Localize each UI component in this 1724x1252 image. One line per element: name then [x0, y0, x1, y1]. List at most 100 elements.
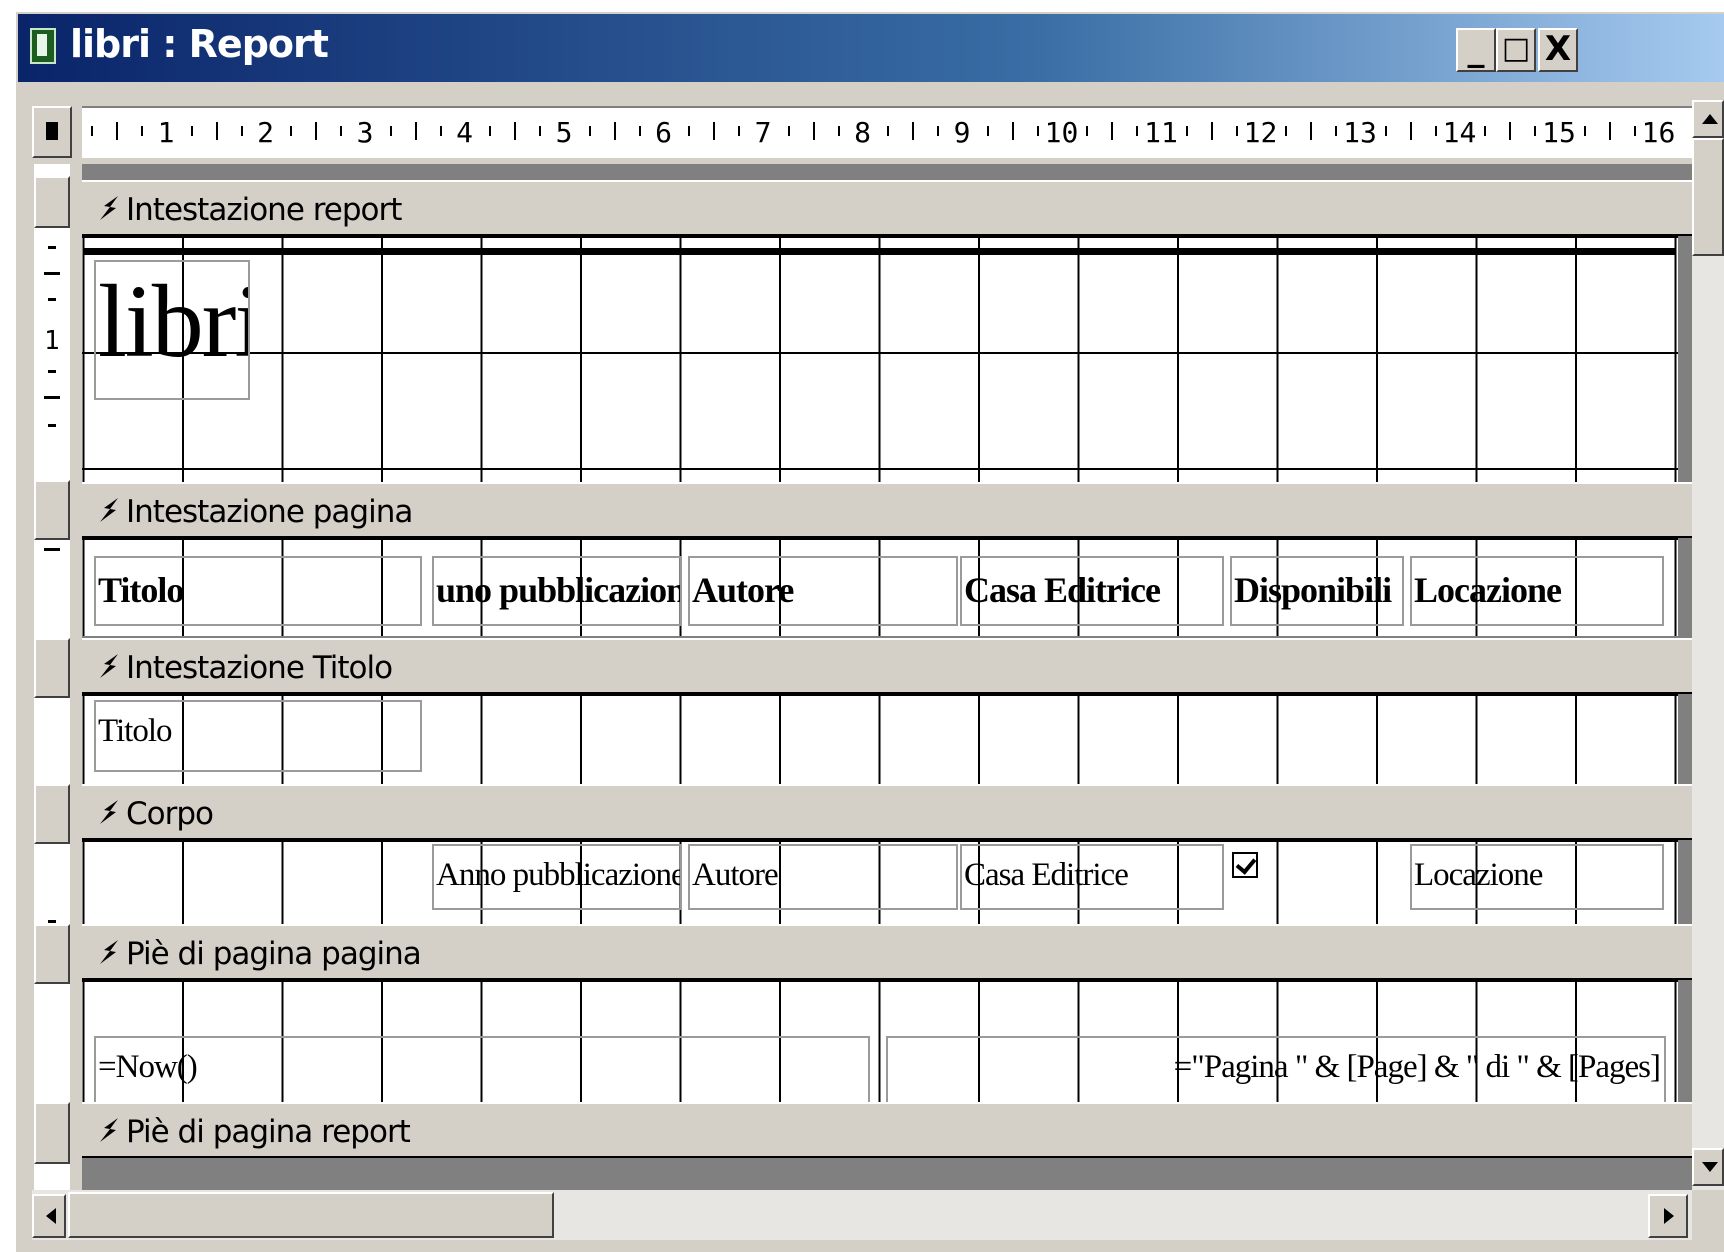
field-now[interactable]: =Now()	[94, 1036, 870, 1106]
ruler-tick	[1235, 126, 1238, 136]
section-bar-detail[interactable]: Corpo	[82, 784, 1692, 840]
section-arrow-icon	[100, 498, 118, 522]
close-button[interactable]: X	[1538, 28, 1578, 72]
header-label-anno[interactable]: uno pubblicazione	[432, 556, 682, 626]
ruler-tick	[190, 126, 193, 136]
report-selector[interactable]	[32, 106, 72, 158]
minimize-button[interactable]: _	[1456, 28, 1496, 72]
field-titolo[interactable]: Titolo	[94, 700, 422, 772]
ruler-number: 15	[1542, 116, 1576, 149]
header-label-casa-editrice[interactable]: Casa Editrice	[960, 556, 1224, 626]
section-label: Intestazione Titolo	[126, 650, 393, 686]
header-label-autore[interactable]: Autore	[688, 556, 958, 626]
ruler-tick	[514, 122, 517, 140]
maximize-button[interactable]: □	[1496, 28, 1536, 72]
separator-line[interactable]	[84, 248, 1676, 255]
ruler-number: 8	[854, 116, 871, 149]
ruler-tick	[1384, 126, 1387, 136]
field-autore[interactable]: Autore	[688, 844, 958, 910]
section-label: Intestazione report	[126, 192, 402, 228]
section-edge	[1678, 980, 1692, 1104]
ruler-tick	[1111, 122, 1114, 140]
ruler-tick	[91, 126, 94, 136]
section-selector-page-footer[interactable]	[34, 924, 70, 984]
ruler-tick	[887, 126, 890, 136]
ruler-tick	[1509, 122, 1512, 140]
horizontal-ruler[interactable]: 1 2 3 4 5 6 7 8 9 10 11 12 13 14 15 16	[82, 106, 1692, 158]
ruler-number: 3	[356, 116, 374, 149]
ruler-tick	[1086, 126, 1089, 136]
section-bar-report-footer[interactable]: Piè di pagina report	[82, 1102, 1692, 1158]
ruler-tick	[1434, 126, 1437, 136]
ruler-tick	[1185, 126, 1188, 136]
vertical-scrollbar[interactable]	[1692, 100, 1724, 1190]
section-bar-title-header[interactable]: Intestazione Titolo	[82, 638, 1692, 694]
header-label-titolo[interactable]: Titolo	[94, 556, 422, 626]
section-arrow-icon	[100, 940, 118, 964]
ruler-tick	[1285, 126, 1288, 136]
scroll-down-icon	[1702, 1162, 1718, 1172]
ruler-tick	[389, 126, 392, 136]
ruler-number: 1	[157, 116, 175, 149]
section-selector-report-footer[interactable]	[34, 1102, 70, 1164]
scroll-down-button[interactable]	[1692, 1148, 1724, 1186]
vertical-scroll-thumb[interactable]	[1692, 138, 1724, 256]
field-locazione[interactable]: Locazione	[1410, 844, 1664, 910]
ruler-tick	[787, 126, 790, 136]
section-selector-title-header[interactable]	[34, 638, 70, 698]
field-page-number[interactable]: ="Pagina " & [Page] & " di " & [Pages]	[886, 1036, 1666, 1106]
section-bar-page-footer[interactable]: Piè di pagina pagina	[82, 924, 1692, 980]
ruler-tick	[215, 122, 218, 140]
ruler-mark	[48, 298, 56, 301]
ruler-number: 1	[44, 326, 60, 356]
header-label-locazione[interactable]: Locazione	[1410, 556, 1664, 626]
section-selector-detail[interactable]	[34, 784, 70, 844]
report-icon[interactable]	[30, 28, 56, 64]
ruler-number: 12	[1243, 116, 1278, 149]
ruler-number: 11	[1144, 116, 1178, 149]
ruler-tick	[1484, 126, 1487, 136]
section-selector-page-header[interactable]	[34, 480, 70, 540]
section-arrow-icon	[100, 654, 118, 678]
ruler-tick	[986, 126, 989, 136]
ruler-tick	[1608, 122, 1611, 140]
ruler-tick	[1335, 126, 1338, 136]
section-edge	[1678, 538, 1692, 636]
ruler-tick	[1036, 126, 1039, 136]
section-arrow-icon	[100, 800, 118, 824]
section-selector-report-header[interactable]	[34, 176, 70, 228]
report-header-grid[interactable]	[82, 236, 1678, 482]
ruler-mark	[48, 370, 56, 373]
horizontal-scrollbar[interactable]	[32, 1190, 1692, 1240]
section-bar-page-header[interactable]: Intestazione pagina	[82, 482, 1692, 538]
ruler-tick	[1011, 122, 1014, 140]
ruler-mark	[48, 424, 56, 427]
title-bar[interactable]: libri : Report _ □ X	[18, 14, 1724, 82]
scroll-up-button[interactable]	[1692, 100, 1724, 138]
horizontal-scroll-thumb[interactable]	[68, 1192, 554, 1238]
ruler-number: 9	[953, 116, 971, 149]
scroll-right-button[interactable]	[1648, 1194, 1688, 1238]
header-label-disponibile[interactable]: Disponibili	[1230, 556, 1404, 626]
ruler-tick	[588, 126, 591, 136]
ruler-number: 10	[1044, 116, 1079, 149]
ruler-tick	[1136, 126, 1139, 136]
ruler-number: 2	[257, 116, 274, 149]
field-anno-pubblicazione[interactable]: Anno pubblicazione	[432, 844, 682, 910]
window-title: libri : Report	[70, 22, 329, 66]
ruler-tick	[1210, 122, 1213, 140]
ruler-tick	[1310, 122, 1313, 140]
section-bar-report-header[interactable]: Intestazione report	[82, 180, 1692, 236]
report-title-label[interactable]: libri	[94, 260, 250, 400]
ruler-number: 5	[555, 116, 573, 149]
ruler-number: 14	[1442, 116, 1477, 149]
field-casa-editrice[interactable]: Casa Editrice	[960, 844, 1224, 910]
ruler-tick	[912, 122, 915, 140]
scroll-left-button[interactable]	[32, 1194, 66, 1238]
ruler-tick	[340, 126, 343, 136]
checkbox-disponibile[interactable]	[1232, 852, 1258, 878]
ruler-tick	[613, 122, 616, 140]
ruler-tick	[240, 126, 243, 136]
ruler-mark	[48, 246, 56, 249]
ruler-tick	[937, 126, 940, 136]
